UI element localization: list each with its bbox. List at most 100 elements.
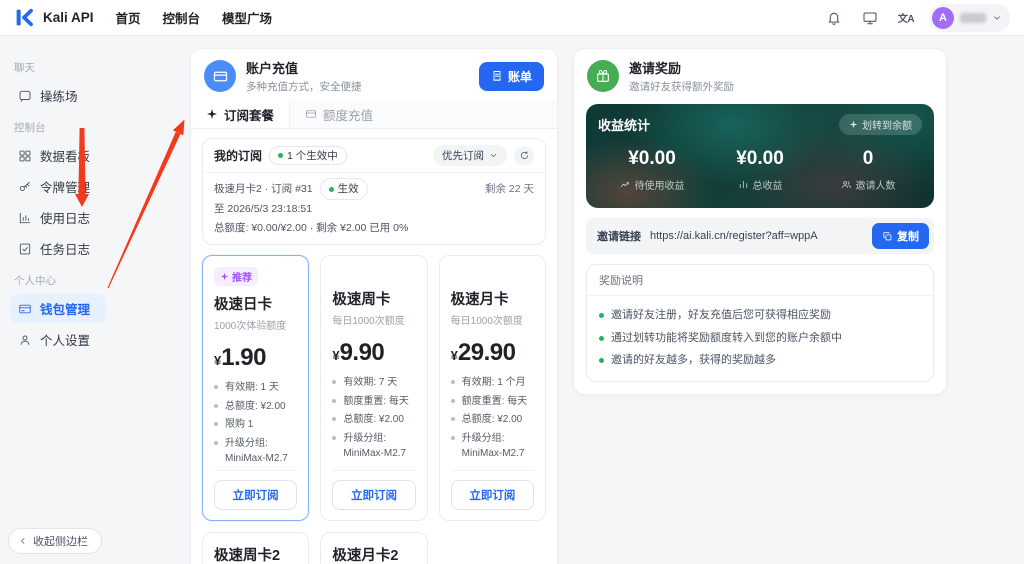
sidebar-item-playground[interactable]: 操练场 bbox=[10, 81, 94, 110]
plan-desc: 1000次体验额度 bbox=[214, 321, 287, 333]
sparkle-icon bbox=[220, 272, 229, 281]
plan-desc: 每日1000次额度 bbox=[332, 316, 405, 328]
transfer-label: 划转到余额 bbox=[862, 121, 912, 132]
invite-link-url: https://ai.kali.cn/register?aff=wppA bbox=[650, 230, 818, 242]
subscribe-button[interactable]: 立即订阅 bbox=[450, 479, 534, 510]
avatar: A bbox=[932, 6, 954, 29]
invite-icon-circle bbox=[587, 60, 619, 92]
sidebar-item-usage-logs[interactable]: 使用日志 bbox=[10, 203, 106, 232]
subscription-usage: 总额度: ¥0.00/¥2.00 · 剩余 ¥2.00 已用 0% bbox=[214, 221, 409, 234]
sidebar-item-label: 数据看板 bbox=[40, 150, 91, 164]
reward-rule: 邀请的好友越多，获得的奖励越多 bbox=[599, 349, 921, 372]
plan-feature: 总额度: ¥2.00 bbox=[450, 412, 534, 428]
plan-feature: 升级分组: MiniMax-M2.7 bbox=[332, 431, 415, 462]
sidebar-item-label: 个人设置 bbox=[40, 334, 91, 348]
subscribe-button[interactable]: 立即订阅 bbox=[332, 479, 416, 510]
notifications-button[interactable] bbox=[821, 5, 847, 31]
sparkle-icon bbox=[849, 120, 858, 129]
stat-label: 待使用收益 bbox=[634, 181, 685, 192]
transfer-to-balance-button[interactable]: 划转到余额 bbox=[839, 114, 922, 135]
subscribe-button[interactable]: 立即订阅 bbox=[214, 479, 298, 510]
sidebar-section-chat: 聊天 bbox=[14, 62, 35, 74]
status-badge: 生效 bbox=[319, 178, 368, 201]
top-nav: Kali API 首页 控制台 模型广场 文A A bbox=[0, 0, 1024, 36]
credit-card-icon bbox=[19, 304, 31, 313]
bill-button[interactable]: 账单 bbox=[478, 61, 544, 91]
wallet-icon bbox=[213, 71, 227, 81]
username-redacted bbox=[960, 12, 986, 23]
reward-rule: 通过划转功能将奖励额度转入到您的账户余额中 bbox=[599, 327, 921, 350]
sidebar-item-label: 操练场 bbox=[40, 90, 78, 104]
invite-link-row: 邀请链接 https://ai.kali.cn/register?aff=wpp… bbox=[586, 218, 934, 254]
plan-card-monthly2[interactable]: 极速月卡2 每日2000次额度 ¥48 有效期: 1 个月 额度重置: 每天 总… bbox=[320, 531, 428, 564]
bar-chart-icon bbox=[739, 180, 747, 189]
plan-feature: 升级分组: MiniMax-M2.7 bbox=[450, 431, 534, 462]
bill-button-label: 账单 bbox=[507, 69, 532, 84]
copy-icon bbox=[883, 231, 892, 240]
plan-features: 有效期: 7 天 额度重置: 每天 总额度: ¥2.00 升级分组: MiniM… bbox=[332, 375, 415, 465]
plan-card-weekly[interactable]: 极速周卡 每日1000次额度 ¥9.90 有效期: 7 天 额度重置: 每天 总… bbox=[320, 255, 428, 521]
plan-feature: 限购 1 bbox=[214, 417, 297, 433]
stat-total-earnings: ¥0.00 总收益 bbox=[706, 148, 814, 192]
tab-label: 额度充值 bbox=[323, 108, 374, 123]
sparkle-icon bbox=[207, 109, 217, 119]
plan-card-monthly[interactable]: 极速月卡 每日1000次额度 ¥29.90 有效期: 1 个月 额度重置: 每天… bbox=[438, 255, 546, 521]
recharge-panel: 账户充值 多种充值方式，安全便捷 账单 订阅套餐 额度充值 我的订阅 1 个生效… bbox=[190, 48, 558, 564]
sidebar-item-dashboard[interactable]: 数据看板 bbox=[10, 141, 106, 170]
refresh-button[interactable] bbox=[514, 145, 534, 166]
nav-item-console[interactable]: 控制台 bbox=[163, 8, 201, 27]
tab-subscription-plans[interactable]: 订阅套餐 bbox=[191, 100, 291, 128]
plan-features: 有效期: 1 天 总额度: ¥2.00 限购 1 升级分组: MiniMax-M… bbox=[214, 380, 297, 470]
plan-feature: 有效期: 1 个月 bbox=[450, 375, 534, 391]
sidebar-item-settings[interactable]: 个人设置 bbox=[10, 325, 106, 354]
plan-name: 极速周卡2 bbox=[214, 547, 281, 564]
copy-label: 复制 bbox=[897, 231, 919, 243]
plan-desc: 每日1000次额度 bbox=[450, 316, 523, 328]
nav-item-model-plaza[interactable]: 模型广场 bbox=[222, 8, 272, 27]
plan-price: ¥29.90 bbox=[450, 339, 516, 367]
copy-link-button[interactable]: 复制 bbox=[872, 223, 929, 249]
recharge-tabs: 订阅套餐 额度充值 bbox=[191, 100, 557, 129]
sidebar-item-tokens[interactable]: 令牌管理 bbox=[10, 172, 106, 201]
kali-logo-icon[interactable] bbox=[14, 7, 35, 28]
plan-price: ¥1.90 bbox=[214, 344, 266, 372]
checklist-icon bbox=[19, 243, 31, 254]
green-dot-icon bbox=[278, 153, 284, 158]
nav-item-home[interactable]: 首页 bbox=[116, 8, 141, 27]
language-button[interactable]: 文A bbox=[893, 5, 919, 31]
sidebar-item-task-logs[interactable]: 任务日志 bbox=[10, 234, 106, 263]
recommended-badge: 推荐 bbox=[214, 267, 258, 287]
sidebar-item-label: 钱包管理 bbox=[40, 303, 91, 317]
stat-invited-count: 0 邀请人数 bbox=[814, 148, 922, 192]
brand-title: Kali API bbox=[43, 10, 94, 25]
active-count-badge: 1 个生效中 bbox=[269, 146, 347, 165]
subscription-valid-until: 至 2026/5/3 23:18:51 bbox=[214, 203, 313, 216]
stat-value: 0 bbox=[862, 148, 874, 169]
plan-feature: 升级分组: MiniMax-M2.7 bbox=[214, 436, 297, 467]
user-icon bbox=[20, 335, 30, 345]
display-button[interactable] bbox=[857, 5, 883, 31]
card-icon bbox=[306, 110, 316, 118]
user-menu[interactable]: A bbox=[929, 3, 1010, 32]
sidebar-item-wallet[interactable]: 钱包管理 bbox=[10, 294, 107, 323]
plan-feature: 总额度: ¥2.00 bbox=[332, 412, 415, 428]
tab-quota-recharge[interactable]: 额度充值 bbox=[290, 100, 388, 128]
nav-menu: 首页 控制台 模型广场 bbox=[116, 8, 273, 27]
gift-icon bbox=[597, 70, 609, 82]
plan-name: 极速周卡 bbox=[332, 292, 391, 309]
reward-rules-title: 奖励说明 bbox=[587, 265, 933, 296]
plan-feature: 有效期: 1 天 bbox=[214, 380, 297, 396]
sort-dropdown-label: 优先订阅 bbox=[442, 150, 484, 162]
plan-card-daily[interactable]: 推荐 极速日卡 1000次体验额度 ¥1.90 有效期: 1 天 总额度: ¥2… bbox=[202, 255, 310, 521]
remaining-days: 剩余 22 天 bbox=[484, 183, 534, 195]
stat-label: 总收益 bbox=[752, 181, 783, 192]
plan-card-weekly2[interactable]: 极速周卡2 每日2000次模型调用 ¥16 有效期: 7 天 额度重置: 每天 … bbox=[202, 531, 310, 564]
sort-dropdown[interactable]: 优先订阅 bbox=[433, 145, 507, 166]
invite-panel: 邀请奖励 邀请好友获得额外奖励 收益统计 划转到余额 ¥0.00 待使用收益 ¥… bbox=[573, 48, 947, 395]
bar-chart-icon bbox=[19, 212, 31, 223]
collapse-sidebar-button[interactable]: 收起侧边栏 bbox=[8, 528, 102, 554]
plan-feature: 额度重置: 每天 bbox=[450, 394, 534, 410]
my-subscription-title: 我的订阅 bbox=[214, 149, 263, 163]
collapse-sidebar-label: 收起侧边栏 bbox=[33, 536, 88, 548]
trend-icon bbox=[620, 182, 629, 187]
